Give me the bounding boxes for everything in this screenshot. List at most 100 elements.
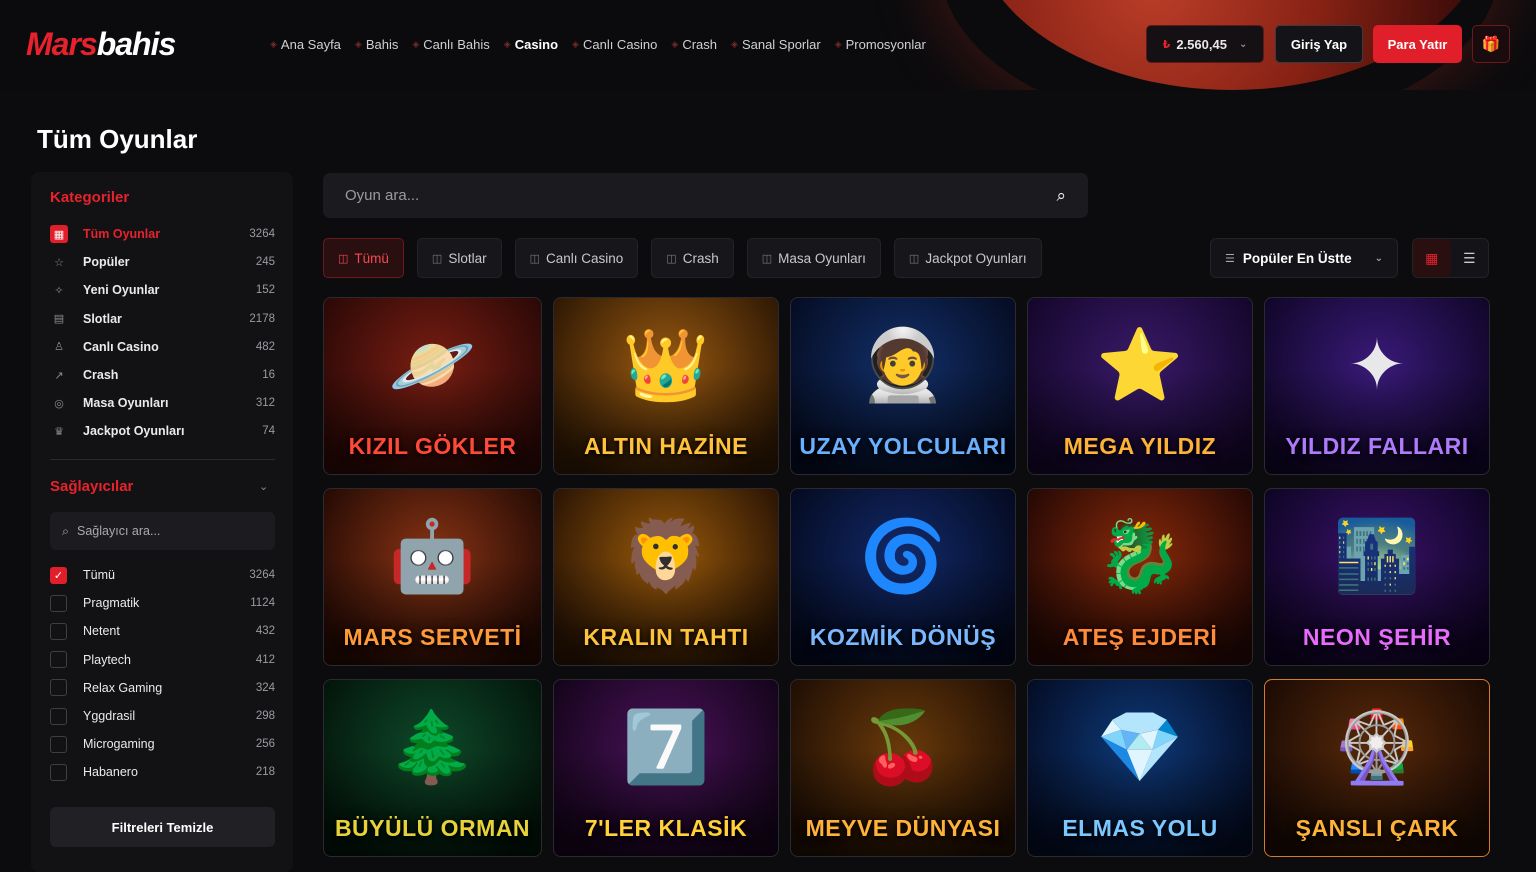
tab-1[interactable]: ◫ Slotlar xyxy=(416,238,502,278)
provider-label: Netent xyxy=(83,624,120,639)
category-item[interactable]: ♛ Jackpot Oyunları 74 xyxy=(50,421,275,441)
nav-item-4[interactable]: ◈ Canlı Casino xyxy=(572,37,657,52)
list-view-button[interactable]: ☰ xyxy=(1451,239,1489,277)
nav-item-6[interactable]: ◈ Sanal Sporlar xyxy=(731,37,821,52)
game-art: 🎡 xyxy=(1333,707,1421,786)
search-icon[interactable]: ⌕ xyxy=(1056,186,1066,206)
game-title: BÜYÜLÜ ORMAN xyxy=(334,815,531,841)
category-item[interactable]: ▤ Slotlar 2178 xyxy=(50,309,275,329)
brand-logo[interactable]: Marsbahis xyxy=(26,26,177,63)
gift-button[interactable]: 🎁 xyxy=(1472,25,1510,63)
category-count: 2178 xyxy=(249,312,275,325)
provider-checkbox[interactable] xyxy=(50,594,67,612)
clear-filters-button[interactable]: Filtreleri Temizle xyxy=(50,807,275,847)
jackpot-icon: ♛ xyxy=(54,425,64,438)
category-item[interactable]: ▦ Tüm Oyunlar 3264 xyxy=(50,224,275,244)
provider-count: 218 xyxy=(255,766,275,779)
tab-label: Canlı Casino xyxy=(546,250,624,266)
provider-checkbox[interactable] xyxy=(50,679,67,697)
provider-item[interactable]: Yggdrasil 298 xyxy=(50,707,275,725)
nav-item-2[interactable]: ◈ Canlı Bahis xyxy=(412,37,489,52)
sort-dropdown[interactable]: ☰ Popüler En Üstte ⌄ xyxy=(1210,238,1398,278)
tab-3[interactable]: ◫ Crash xyxy=(651,238,734,278)
dealer-icon: ♙ xyxy=(54,341,64,354)
game-card[interactable]: ✦ YILDIZ FALLARI xyxy=(1264,297,1490,475)
category-label: Canlı Casino xyxy=(83,339,159,354)
grid-view-button[interactable]: ▦ xyxy=(1413,239,1451,277)
game-card[interactable]: 👑 ALTIN HAZİNE xyxy=(553,297,779,475)
nav-item-7[interactable]: ◈ Promosyonlar xyxy=(835,37,926,52)
game-card[interactable]: 🌀 KOZMİK DÖNÜŞ xyxy=(790,488,1016,666)
category-label: Masa Oyunları xyxy=(83,396,169,411)
nav-item-5[interactable]: ◈ Crash xyxy=(671,37,717,52)
game-art: ✦ xyxy=(1347,325,1407,404)
category-item[interactable]: ◎ Masa Oyunları 312 xyxy=(50,393,275,413)
tab-2[interactable]: ◫ Canlı Casino xyxy=(514,238,639,278)
game-card[interactable]: 🪐 KIZIL GÖKLER xyxy=(323,297,542,475)
slot-icon: ▤ xyxy=(53,313,65,326)
provider-checkbox[interactable] xyxy=(50,622,67,640)
providers-title[interactable]: Sağlayıcılar xyxy=(50,478,133,495)
game-title: ALTIN HAZİNE xyxy=(583,433,748,459)
provider-item[interactable]: Playtech 412 xyxy=(50,651,275,669)
game-card[interactable]: 7️⃣ 7'LER KLASİK xyxy=(553,679,779,857)
game-title: KIZIL GÖKLER xyxy=(348,433,517,459)
provider-item[interactable]: Relax Gaming 324 xyxy=(50,679,275,697)
category-item[interactable]: ↗ Crash 16 xyxy=(50,365,275,385)
game-card[interactable]: 🍒 MEYVE DÜNYASI xyxy=(790,679,1016,857)
game-card[interactable]: 🤖 MARS SERVETİ xyxy=(323,488,542,666)
nav-item-3[interactable]: ◈ Casino xyxy=(504,37,558,52)
game-art: 🦁 xyxy=(622,516,710,595)
provider-count: 298 xyxy=(255,710,275,722)
game-card[interactable]: 🌲 BÜYÜLÜ ORMAN xyxy=(323,679,542,857)
game-card[interactable]: 🧑‍🚀 UZAY YOLCULARI xyxy=(790,297,1016,475)
balance-dropdown[interactable]: ₺ 2.560,45 ⌄ xyxy=(1146,25,1264,63)
view-toggle: ▦ ☰ xyxy=(1412,238,1489,278)
provider-item[interactable]: Habanero 218 xyxy=(50,763,275,781)
chip-icon: ◎ xyxy=(54,397,64,410)
chevron-down-icon[interactable]: ⌄ xyxy=(259,480,268,493)
game-grid: 🪐 KIZIL GÖKLER 👑 ALTIN HAZİNE 🧑‍🚀 UZAY YOLCUL… xyxy=(323,297,1490,857)
provider-item[interactable]: Pragmatik 1124 xyxy=(50,594,275,612)
game-card[interactable]: 🎡 ŞANSLI ÇARK xyxy=(1264,679,1490,857)
provider-item[interactable]: ✓ Tümü 3264 xyxy=(50,566,275,584)
game-card[interactable]: ⭐ MEGA YILDIZ xyxy=(1027,297,1253,475)
tab-0[interactable]: ◫ Tümü xyxy=(323,238,404,278)
game-card[interactable]: 💎 ELMAS YOLU xyxy=(1027,679,1253,857)
game-art: 🤖 xyxy=(388,516,477,595)
provider-search-input[interactable]: ⌕ Sağlayıcı ara... xyxy=(50,512,275,550)
provider-label: Habanero xyxy=(83,765,138,780)
provider-checkbox[interactable] xyxy=(50,707,67,725)
tab-5[interactable]: ◫ Jackpot Oyunları xyxy=(893,238,1042,278)
category-label: Crash xyxy=(83,368,119,382)
category-item[interactable]: ✧ Yeni Oyunlar 152 xyxy=(50,280,275,300)
game-card[interactable]: 🐉 ATEŞ EJDERİ xyxy=(1027,488,1253,666)
grid-icon: ▦ xyxy=(50,225,68,243)
provider-checkbox[interactable] xyxy=(50,763,67,781)
logo-part-bahis: bahis xyxy=(96,26,177,62)
nav-item-1[interactable]: ◈ Bahis xyxy=(355,37,398,52)
game-art: 👑 xyxy=(622,325,710,404)
home-icon: ◈ xyxy=(270,39,277,49)
deposit-button[interactable]: Para Yatır xyxy=(1373,25,1462,63)
game-card[interactable]: 🌃 NEON ŞEHİR xyxy=(1264,488,1490,666)
star-icon: ☆ xyxy=(54,256,64,269)
game-title: MEYVE DÜNYASI xyxy=(805,815,1001,841)
provider-checkbox[interactable]: ✓ xyxy=(50,566,67,584)
nav-item-0[interactable]: ◈ Ana Sayfa xyxy=(270,37,341,52)
provider-item[interactable]: Netent 432 xyxy=(50,622,275,640)
provider-item[interactable]: Microgaming 256 xyxy=(50,735,275,753)
category-item[interactable]: ☆ Popüler 245 xyxy=(50,252,275,272)
game-art: 7️⃣ xyxy=(622,707,710,786)
login-button[interactable]: Giriş Yap xyxy=(1275,25,1363,63)
game-card[interactable]: 🦁 KRALIN TAHTI xyxy=(553,488,779,666)
category-item[interactable]: ♙ Canlı Casino 482 xyxy=(50,337,275,357)
game-search-input[interactable]: Oyun ara... ⌕ xyxy=(323,173,1088,218)
category-label: Slotlar xyxy=(83,311,122,326)
tab-4[interactable]: ◫ Masa Oyunları xyxy=(746,238,881,278)
provider-count: 1124 xyxy=(250,597,275,610)
provider-checkbox[interactable] xyxy=(50,735,67,753)
casino-icon: ◈ xyxy=(503,39,511,49)
tab-icon: ◫ xyxy=(761,252,773,265)
provider-checkbox[interactable] xyxy=(50,651,67,669)
